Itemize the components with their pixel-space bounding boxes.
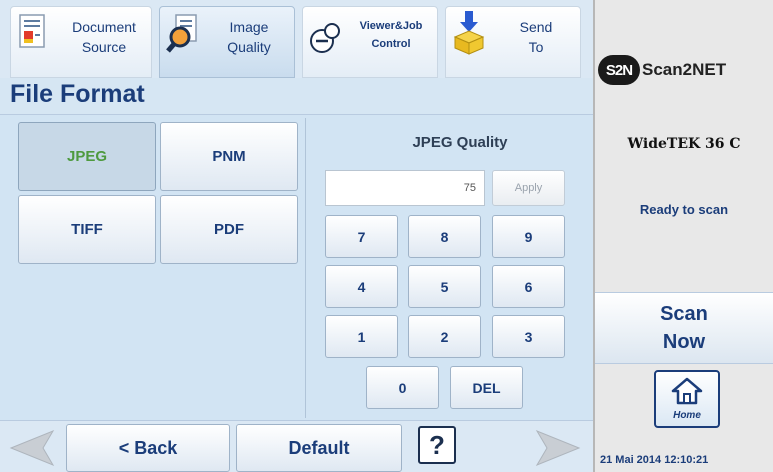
send-to-label-1: Send <box>519 19 553 35</box>
jpeg-quality-title: JPEG Quality <box>412 134 508 151</box>
format-pdf-button[interactable]: PDF <box>160 195 298 264</box>
home-icon <box>671 377 703 410</box>
viewer-job-control-button[interactable]: Viewer&Job Control <box>302 6 438 78</box>
image-quality-label-2: Quality <box>227 39 271 55</box>
document-source-button[interactable]: Document Source <box>10 6 152 78</box>
document-icon <box>17 13 51 53</box>
document-source-label-1: Document <box>72 19 136 35</box>
key-8[interactable]: 8 <box>408 215 481 258</box>
send-box-icon <box>452 9 486 55</box>
key-7[interactable]: 7 <box>325 215 398 258</box>
scan-now-label-2: Now <box>662 331 706 353</box>
back-button[interactable]: < Back <box>66 424 230 472</box>
key-3[interactable]: 3 <box>492 315 565 358</box>
apply-button[interactable]: Apply <box>492 170 565 206</box>
format-jpeg-button[interactable]: JPEG <box>18 122 156 191</box>
send-to-label-2: To <box>528 39 544 55</box>
key-4[interactable]: 4 <box>325 265 398 308</box>
key-del[interactable]: DEL <box>450 366 523 409</box>
image-quality-label-1: Image <box>229 19 269 35</box>
key-0[interactable]: 0 <box>366 366 439 409</box>
arrow-right-icon[interactable] <box>530 426 586 470</box>
send-to-button[interactable]: Send To <box>445 6 581 78</box>
home-label: Home <box>673 410 701 421</box>
page-title: File Format <box>10 80 145 108</box>
key-6[interactable]: 6 <box>492 265 565 308</box>
document-source-label-2: Source <box>81 39 127 55</box>
jpeg-quality-input[interactable]: 75 <box>325 170 485 206</box>
device-name: WideTEK 36 C <box>627 136 741 152</box>
scanner-status: Ready to scan <box>639 202 729 217</box>
panel-divider <box>305 118 306 418</box>
help-button[interactable]: ? <box>418 426 456 464</box>
logo-mark: S2N <box>598 55 640 85</box>
format-tiff-button[interactable]: TIFF <box>18 195 156 264</box>
arrow-left-icon[interactable] <box>4 426 60 470</box>
magnifier-icon <box>166 13 200 53</box>
image-quality-button[interactable]: Image Quality <box>159 6 295 78</box>
viewer-icon <box>309 21 343 61</box>
scan2net-logo: S2N Scan2NET <box>598 50 773 90</box>
key-1[interactable]: 1 <box>325 315 398 358</box>
format-pnm-button[interactable]: PNM <box>160 122 298 191</box>
home-button[interactable]: Home <box>654 370 720 428</box>
key-9[interactable]: 9 <box>492 215 565 258</box>
datetime: 21 Mai 2014 12:10:21 <box>600 454 709 466</box>
viewer-job-label-1: Viewer&Job <box>359 20 423 32</box>
key-2[interactable]: 2 <box>408 315 481 358</box>
scan-now-button[interactable]: Scan Now <box>595 292 773 364</box>
key-5[interactable]: 5 <box>408 265 481 308</box>
scan-now-label-1: Scan <box>660 303 708 325</box>
default-button[interactable]: Default <box>236 424 402 472</box>
logo-text: Scan2NET <box>642 60 727 79</box>
viewer-job-label-2: Control <box>371 38 411 50</box>
